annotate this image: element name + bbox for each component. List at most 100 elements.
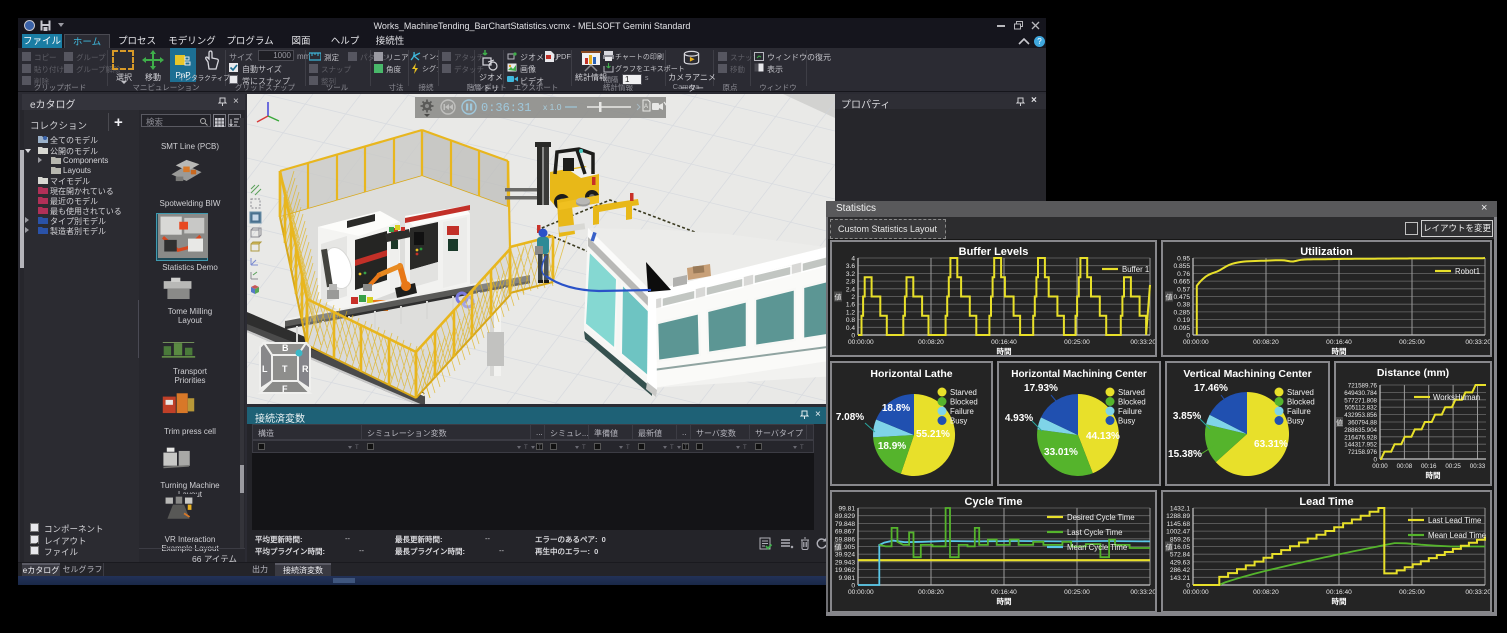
- svg-text:値: 値: [835, 543, 842, 552]
- svg-text:00:25:00: 00:25:00: [1064, 589, 1090, 596]
- svg-text:00:16: 00:16: [1421, 463, 1437, 470]
- svg-text:Starved: Starved: [950, 388, 977, 397]
- svg-text:Last Cycle Time: Last Cycle Time: [1067, 528, 1122, 537]
- svg-text:Buffer Levels: Buffer Levels: [959, 246, 1029, 258]
- svg-text:2.4: 2.4: [846, 286, 855, 293]
- svg-text:0:36:31: 0:36:31: [481, 101, 531, 115]
- svg-text:572.84: 572.84: [1170, 552, 1191, 559]
- svg-text:288635.904: 288635.904: [1344, 427, 1377, 434]
- svg-text:時間: 時間: [997, 596, 1012, 606]
- svg-text:00:16:40: 00:16:40: [1326, 339, 1352, 346]
- svg-text:44.13%: 44.13%: [1086, 431, 1120, 442]
- svg-text:00:16:40: 00:16:40: [991, 339, 1017, 346]
- svg-text:時間: 時間: [1332, 596, 1348, 606]
- svg-text:29.943: 29.943: [835, 559, 856, 566]
- svg-text:00:00:00: 00:00:00: [848, 339, 874, 346]
- svg-text:79.848: 79.848: [835, 521, 856, 528]
- svg-text:72158.976: 72158.976: [1348, 449, 1378, 456]
- svg-text:9.981: 9.981: [838, 575, 855, 582]
- svg-text:18.8%: 18.8%: [882, 403, 910, 414]
- svg-text:1145.68: 1145.68: [1167, 521, 1191, 528]
- svg-text:3.2: 3.2: [846, 271, 855, 278]
- svg-text:Mean Lead Time: Mean Lead Time: [1428, 531, 1486, 540]
- svg-text:Failure: Failure: [950, 407, 974, 416]
- svg-text:00:08:20: 00:08:20: [1253, 339, 1279, 346]
- svg-text:00:33:20: 00:33:20: [1130, 589, 1155, 596]
- svg-text:2.8: 2.8: [846, 279, 855, 286]
- svg-text:3.6: 3.6: [846, 263, 855, 270]
- svg-text:Cycle Time: Cycle Time: [965, 496, 1023, 508]
- svg-text:Horizontal Lathe: Horizontal Lathe: [870, 368, 952, 380]
- svg-text:00:33: 00:33: [1470, 463, 1486, 470]
- svg-text:0.76: 0.76: [1177, 271, 1190, 278]
- svg-text:00:25: 00:25: [1445, 463, 1461, 470]
- svg-text:649430.784: 649430.784: [1344, 390, 1377, 397]
- svg-text:144317.952: 144317.952: [1344, 442, 1377, 449]
- svg-text:00:16:40: 00:16:40: [991, 589, 1017, 596]
- svg-text:4: 4: [851, 256, 855, 263]
- svg-text:286.42: 286.42: [1170, 567, 1191, 574]
- svg-text:F: F: [282, 384, 288, 394]
- svg-text:143.21: 143.21: [1170, 575, 1191, 582]
- svg-text:Starved: Starved: [1118, 388, 1145, 397]
- svg-text:1288.89: 1288.89: [1166, 513, 1190, 520]
- svg-text:1002.47: 1002.47: [1166, 529, 1190, 536]
- svg-text:Mean Cycle Time: Mean Cycle Time: [1067, 543, 1127, 552]
- svg-text:値: 値: [835, 293, 842, 302]
- svg-text:00:25:00: 00:25:00: [1399, 589, 1425, 596]
- svg-text:Vertical Machining Center: Vertical Machining Center: [1183, 368, 1311, 380]
- svg-text:89.829: 89.829: [835, 513, 856, 520]
- svg-text:Blocked: Blocked: [1118, 398, 1146, 407]
- svg-text:00:08:20: 00:08:20: [918, 589, 944, 596]
- svg-text:18.9%: 18.9%: [878, 441, 906, 452]
- svg-text:00:33:20: 00:33:20: [1465, 589, 1490, 596]
- svg-text:値: 値: [1336, 418, 1343, 427]
- svg-text:Blocked: Blocked: [1287, 398, 1315, 407]
- svg-text:4.93%: 4.93%: [1005, 413, 1033, 424]
- svg-text:Utilization: Utilization: [1300, 246, 1353, 258]
- svg-text:1.6: 1.6: [846, 302, 855, 309]
- svg-text:Failure: Failure: [1287, 407, 1311, 416]
- svg-text:0.475: 0.475: [1173, 294, 1190, 301]
- svg-text:0.095: 0.095: [1173, 325, 1190, 332]
- svg-text:時間: 時間: [1332, 346, 1348, 355]
- svg-text:63.31%: 63.31%: [1254, 439, 1288, 450]
- svg-text:0.8: 0.8: [846, 317, 855, 324]
- svg-text:00:33:20: 00:33:20: [1465, 339, 1490, 346]
- svg-text:Last Lead Time: Last Lead Time: [1428, 516, 1481, 525]
- svg-text:Robot1: Robot1: [1455, 267, 1480, 276]
- svg-text:00:33:20: 00:33:20: [1130, 339, 1155, 346]
- svg-text:00:25:00: 00:25:00: [1399, 339, 1425, 346]
- svg-text:Desired Cycle Time: Desired Cycle Time: [1067, 513, 1135, 522]
- svg-text:0.38: 0.38: [1177, 302, 1190, 309]
- svg-text:時間: 時間: [1426, 470, 1442, 480]
- svg-text:Lead Time: Lead Time: [1299, 496, 1353, 508]
- svg-text:17.93%: 17.93%: [1024, 383, 1058, 394]
- svg-text:0.95: 0.95: [1177, 256, 1190, 263]
- svg-text:2: 2: [851, 294, 855, 301]
- svg-text:15.38%: 15.38%: [1168, 449, 1202, 460]
- svg-text:1432.1: 1432.1: [1170, 506, 1191, 513]
- svg-text:3.85%: 3.85%: [1173, 411, 1201, 422]
- svg-text:値: 値: [1166, 543, 1173, 552]
- svg-text:00:00: 00:00: [1372, 463, 1388, 470]
- svg-text:Failure: Failure: [1118, 407, 1142, 416]
- svg-text:0.285: 0.285: [1173, 309, 1190, 316]
- svg-text:00:16:40: 00:16:40: [1326, 589, 1352, 596]
- svg-text:L: L: [262, 364, 268, 374]
- svg-text:00:08:20: 00:08:20: [1253, 589, 1279, 596]
- svg-text:値: 値: [1166, 293, 1173, 302]
- svg-text:Starved: Starved: [1287, 388, 1314, 397]
- svg-text:00:00:00: 00:00:00: [1183, 339, 1209, 346]
- svg-text:39.924: 39.924: [835, 552, 856, 559]
- svg-text:時間: 時間: [997, 346, 1012, 355]
- svg-text:505112.832: 505112.832: [1345, 405, 1378, 412]
- svg-text:55.21%: 55.21%: [916, 429, 950, 440]
- svg-text:1.2: 1.2: [846, 309, 855, 316]
- svg-text:69.867: 69.867: [835, 529, 856, 536]
- svg-text:00:00:00: 00:00:00: [848, 589, 874, 596]
- svg-text:7.08%: 7.08%: [836, 412, 864, 423]
- svg-text:T: T: [282, 364, 288, 374]
- svg-text:Distance (mm): Distance (mm): [1377, 367, 1449, 379]
- svg-text:0.4: 0.4: [846, 325, 855, 332]
